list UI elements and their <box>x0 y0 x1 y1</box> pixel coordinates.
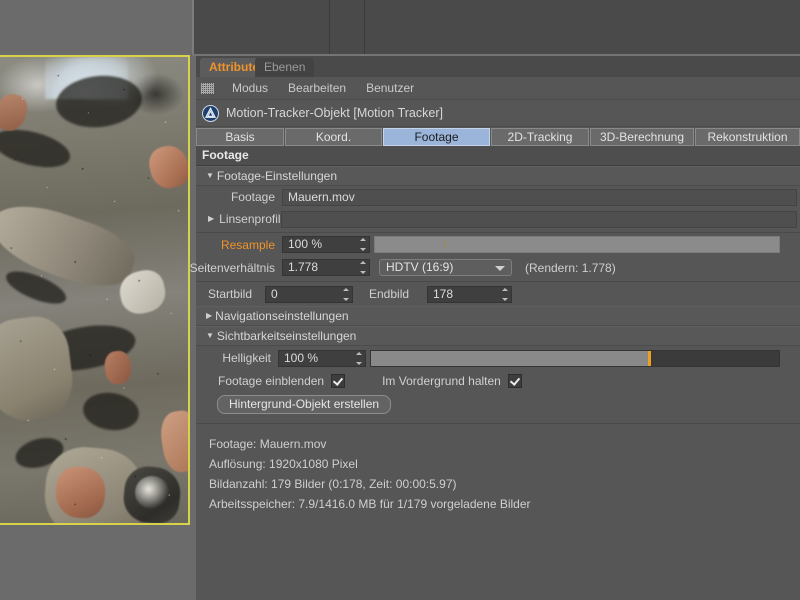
start-frame-value: 0 <box>271 287 278 301</box>
resample-value: 100 % <box>288 237 322 251</box>
brightness-slider[interactable] <box>370 350 780 367</box>
brightness-stepper[interactable] <box>355 352 362 365</box>
tab-basis[interactable]: Basis <box>196 128 284 146</box>
attribute-manager-tab-strip: Attribute Ebenen <box>196 56 800 77</box>
end-frame-field[interactable]: 178 <box>427 286 512 303</box>
object-title: Motion-Tracker-Objekt [Motion Tracker] <box>226 106 443 120</box>
start-frame-stepper[interactable] <box>342 288 349 301</box>
tab-3d-berechnung[interactable]: 3D-Berechnung <box>590 128 694 146</box>
row-create-background: Hintergrund-Objekt erstellen <box>196 392 800 417</box>
end-frame-value: 178 <box>433 287 453 301</box>
row-linsenprofil: ▶ Linsenprofil <box>196 208 800 230</box>
row-footage: Footage Mauern.mov <box>196 186 800 208</box>
tab-ebenen[interactable]: Ebenen <box>255 58 314 77</box>
aspect-ratio-stepper[interactable] <box>359 261 366 274</box>
info-line-resolution: Auflösung: 1920x1080 Pixel <box>209 454 800 474</box>
attribute-manager: Attribute Ebenen Modus Bearbeiten Benutz… <box>196 56 800 600</box>
menu-item-benutzer[interactable]: Benutzer <box>356 77 424 99</box>
footage-info-block: Footage: Mauern.mov Auflösung: 1920x1080… <box>196 424 800 514</box>
group-sichtbarkeitseinstellungen[interactable]: ▼ Sichtbarkeitseinstellungen <box>196 326 800 346</box>
aspect-ratio-preset-dropdown[interactable]: HDTV (16:9) <box>379 259 512 276</box>
resample-value-field[interactable]: 100 % <box>282 236 370 253</box>
chevron-down-icon <box>495 266 505 271</box>
label-im-vordergrund-halten: Im Vordergrund halten <box>382 374 501 388</box>
footage-preview-image[interactable] <box>0 55 190 525</box>
top-strip-left-edge <box>192 0 194 56</box>
info-line-framecount: Bildanzahl: 179 Bilder (0:178, Zeit: 00:… <box>209 474 800 494</box>
grid-icon[interactable] <box>201 83 214 94</box>
aspect-ratio-field[interactable]: 1.778 <box>282 259 370 276</box>
group-label: Navigationseinstellungen <box>215 307 348 325</box>
label-footage-einblenden: Footage einblenden <box>218 374 324 388</box>
brightness-slider-handle[interactable] <box>648 351 651 366</box>
footage-field[interactable]: Mauern.mov <box>282 189 797 206</box>
viewport-top-gutter <box>0 0 192 55</box>
rock-speckle-texture <box>0 57 188 523</box>
application-window: Attribute Ebenen Modus Bearbeiten Benutz… <box>0 0 800 600</box>
start-frame-field[interactable]: 0 <box>265 286 353 303</box>
resample-stepper[interactable] <box>359 238 366 251</box>
footage-field-value: Mauern.mov <box>288 190 355 204</box>
label-linsenprofil: Linsenprofil <box>219 212 275 226</box>
info-line-footage: Footage: Mauern.mov <box>209 434 800 454</box>
tab-2d-tracking[interactable]: 2D-Tracking <box>491 128 589 146</box>
menu-item-bearbeiten[interactable]: Bearbeiten <box>278 77 356 99</box>
section-title-footage: Footage <box>196 146 800 166</box>
triangle-right-icon[interactable]: ▶ <box>208 215 214 223</box>
viewport-panel <box>0 0 192 600</box>
top-panel-strip <box>192 0 800 56</box>
checkbox-footage-einblenden[interactable] <box>331 374 345 388</box>
object-header: Motion-Tracker-Objekt [Motion Tracker] <box>196 100 800 127</box>
create-background-object-button[interactable]: Hintergrund-Objekt erstellen <box>217 395 391 414</box>
group-footage-einstellungen[interactable]: ▼ Footage-Einstellungen <box>196 166 800 186</box>
menu-item-modus[interactable]: Modus <box>222 77 278 99</box>
row-helligkeit: Helligkeit 100 % <box>196 346 800 370</box>
triangle-down-icon[interactable]: ▼ <box>206 332 214 340</box>
triangle-right-icon[interactable]: ▶ <box>206 312 212 320</box>
top-strip-divider-1 <box>329 0 330 56</box>
row-checkboxes: Footage einblenden Im Vordergrund halten <box>196 370 800 392</box>
render-aspect-note: (Rendern: 1.778) <box>525 261 616 275</box>
label-endbild: Endbild <box>369 287 427 301</box>
label-resample: Resample <box>208 238 275 252</box>
aspect-ratio-preset-value: HDTV (16:9) <box>386 260 453 274</box>
row-seitenverhaeltnis: Seitenverhältnis 1.778 HDTV (16:9) (Rend… <box>196 256 800 279</box>
tab-koord[interactable]: Koord. <box>285 128 382 146</box>
aspect-ratio-value: 1.778 <box>288 260 318 274</box>
end-frame-stepper[interactable] <box>501 288 508 301</box>
label-helligkeit: Helligkeit <box>208 351 271 365</box>
group-label: Sichtbarkeitseinstellungen <box>217 327 356 345</box>
label-startbild: Startbild <box>208 287 265 301</box>
top-strip-divider-2 <box>364 0 365 56</box>
group-label: Footage-Einstellungen <box>217 167 337 185</box>
attribute-main-tabs: Basis Koord. Footage 2D-Tracking 3D-Bere… <box>196 128 800 146</box>
tab-rekonstruktion[interactable]: Rekonstruktion <box>695 128 800 146</box>
label-seitenverhaeltnis: Seitenverhältnis <box>183 261 275 275</box>
resample-slider[interactable] <box>374 236 780 253</box>
label-footage: Footage <box>208 190 275 204</box>
brightness-slider-fill <box>371 351 648 366</box>
row-resample: Resample 100 % <box>196 233 800 256</box>
row-frames: Startbild 0 Endbild 178 <box>196 282 800 306</box>
resample-slider-tick <box>444 240 445 249</box>
brightness-value: 100 % <box>284 351 318 365</box>
triangle-down-icon[interactable]: ▼ <box>206 172 214 180</box>
checkbox-im-vordergrund-halten[interactable] <box>508 374 522 388</box>
tab-footage[interactable]: Footage <box>383 128 490 146</box>
attribute-menu-bar: Modus Bearbeiten Benutzer <box>196 77 800 100</box>
info-line-memory: Arbeitsspeicher: 7.9/1416.0 MB für 1/179… <box>209 494 800 514</box>
motion-tracker-icon <box>202 105 219 122</box>
lens-profile-field[interactable] <box>281 211 797 228</box>
group-navigationseinstellungen[interactable]: ▶ Navigationseinstellungen <box>196 306 800 326</box>
brightness-value-field[interactable]: 100 % <box>278 350 366 367</box>
